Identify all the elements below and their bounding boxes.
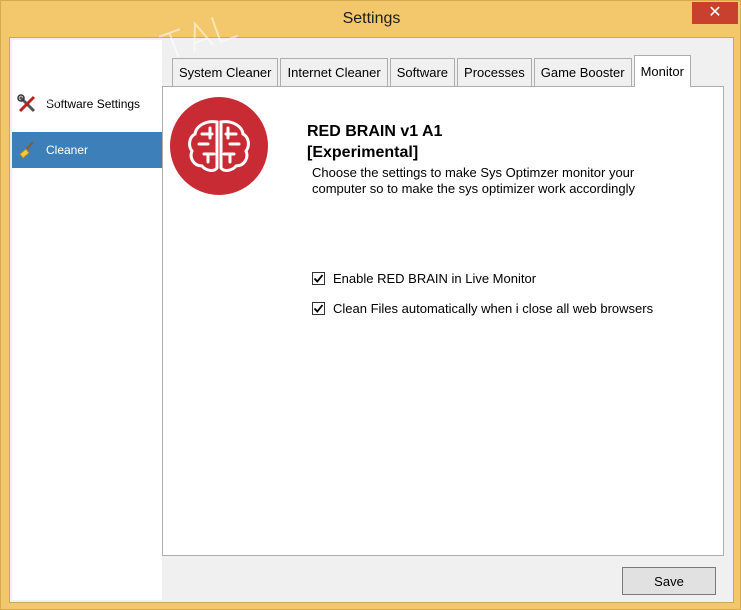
tab-monitor[interactable]: Monitor <box>633 55 691 87</box>
monitor-panel: RED BRAIN v1 A1 [Experimental] Choose th… <box>162 86 724 556</box>
sidebar-item-label: Cleaner <box>46 143 89 157</box>
tab-strip: System Cleaner Internet Cleaner Software… <box>172 54 693 87</box>
save-button[interactable]: Save <box>622 567 716 595</box>
tab-software[interactable]: Software <box>389 58 456 86</box>
monitor-title: RED BRAIN v1 A1 [Experimental] <box>307 121 442 163</box>
monitor-description: Choose the settings to make Sys Optimzer… <box>312 165 635 196</box>
window-title: Settings <box>342 10 401 27</box>
brain-icon <box>170 97 268 195</box>
enable-red-brain-label: Enable RED BRAIN in Live Monitor <box>333 271 537 286</box>
tab-game-booster[interactable]: Game Booster <box>533 58 632 86</box>
enable-red-brain-checkbox[interactable] <box>312 272 325 285</box>
tab-internet-cleaner[interactable]: Internet Cleaner <box>280 58 388 86</box>
settings-window: Settings ✕ Software Settings Cleaner Sys… <box>0 0 741 610</box>
auto-clean-option[interactable]: Clean Files automatically when i close a… <box>312 301 653 316</box>
auto-clean-label: Clean Files automatically when i close a… <box>333 301 654 316</box>
tab-system-cleaner[interactable]: System Cleaner <box>172 58 279 86</box>
enable-red-brain-option[interactable]: Enable RED BRAIN in Live Monitor <box>312 271 536 286</box>
tab-processes[interactable]: Processes <box>457 58 532 86</box>
monitor-title-line2: [Experimental] <box>307 144 419 161</box>
sidebar-item-software-settings[interactable]: Software Settings <box>12 86 162 122</box>
title-bar[interactable]: Settings ✕ <box>1 1 741 37</box>
sidebar-item-label: Software Settings <box>46 97 141 111</box>
tools-icon <box>16 93 38 115</box>
auto-clean-checkbox[interactable] <box>312 302 325 315</box>
broom-icon <box>16 139 38 161</box>
monitor-title-line1: RED BRAIN v1 A1 <box>307 123 443 140</box>
client-area: Software Settings Cleaner System Cleaner… <box>9 37 734 603</box>
sidebar-item-cleaner[interactable]: Cleaner <box>12 132 162 168</box>
close-icon: ✕ <box>708 4 722 21</box>
sidebar: Software Settings Cleaner <box>12 40 162 600</box>
close-button[interactable]: ✕ <box>692 2 738 24</box>
